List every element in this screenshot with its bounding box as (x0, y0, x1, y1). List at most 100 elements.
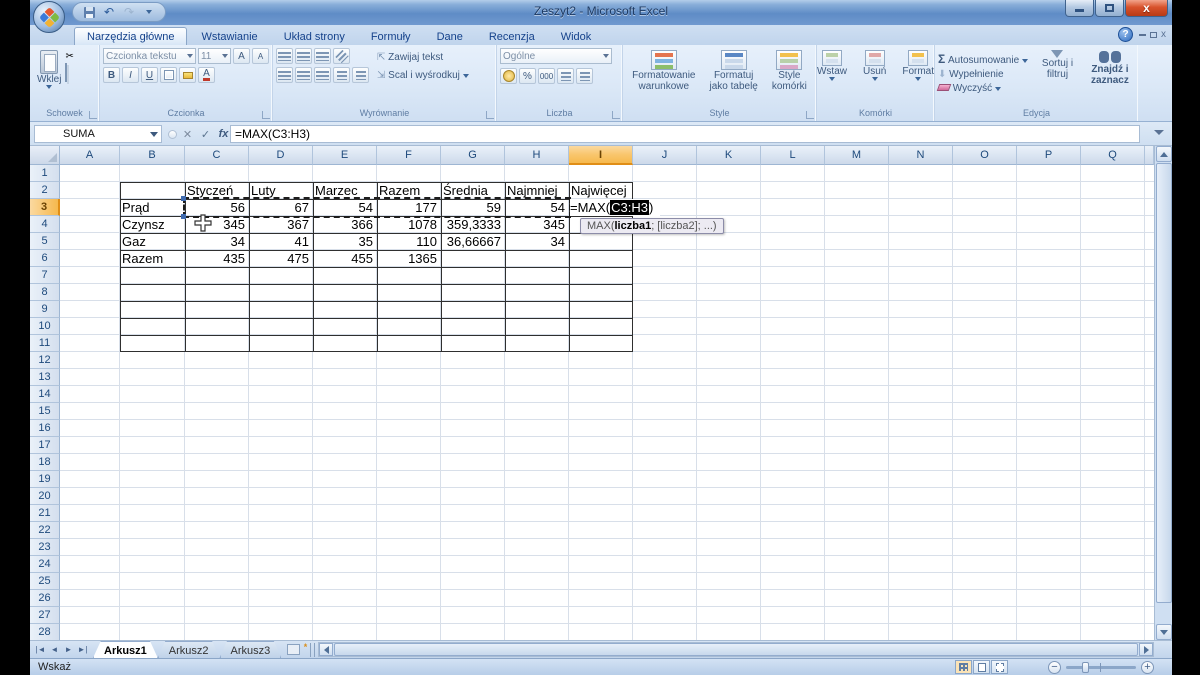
column-header-A[interactable]: A (60, 146, 120, 165)
row-header-14[interactable]: 14 (30, 386, 60, 403)
cell-D6[interactable]: 475 (251, 251, 309, 267)
ribbon-tab-0[interactable]: Narzędzia główne (74, 27, 187, 45)
workbook-minimize-icon[interactable] (1139, 34, 1146, 36)
row-header-25[interactable]: 25 (30, 573, 60, 590)
zoom-slider-thumb[interactable] (1082, 662, 1089, 673)
first-sheet-button[interactable]: |◄ (34, 643, 47, 656)
row-header-10[interactable]: 10 (30, 318, 60, 335)
workbook-restore-icon[interactable] (1150, 32, 1157, 38)
shrink-font-button[interactable]: A (252, 48, 269, 64)
grow-font-button[interactable]: A (233, 48, 250, 64)
bold-button[interactable]: B (103, 67, 120, 83)
increase-decimal-button[interactable] (557, 68, 574, 84)
next-sheet-button[interactable]: ► (62, 643, 75, 656)
row-header-21[interactable]: 21 (30, 505, 60, 522)
sort-filter-button[interactable]: Sortuj i filtruj (1038, 48, 1077, 107)
cell-D5[interactable]: 41 (251, 234, 309, 250)
sheet-tab-arkusz3[interactable]: Arkusz3 (220, 641, 282, 658)
range-handle-icon[interactable] (181, 214, 186, 219)
cell-F6[interactable]: 1365 (379, 251, 437, 267)
insert-cells-button[interactable]: Wstaw (813, 48, 851, 107)
tab-split-handle[interactable] (310, 643, 315, 657)
row-header-3[interactable]: 3 (30, 199, 60, 216)
row-header-5[interactable]: 5 (30, 233, 60, 250)
align-left-button[interactable] (276, 67, 293, 83)
dialog-launcher-icon[interactable] (806, 111, 814, 119)
column-header-L[interactable]: L (761, 146, 825, 165)
row-header-15[interactable]: 15 (30, 403, 60, 420)
dialog-launcher-icon[interactable] (486, 111, 494, 119)
find-select-button[interactable]: Znajdź i zaznacz (1087, 48, 1133, 107)
align-right-button[interactable] (314, 67, 331, 83)
ribbon-tab-3[interactable]: Formuły (359, 28, 423, 45)
align-bottom-button[interactable] (314, 48, 331, 64)
font-color-button[interactable]: A (198, 67, 215, 83)
row-header-24[interactable]: 24 (30, 556, 60, 573)
clear-button[interactable]: Wyczyść (938, 83, 1028, 94)
column-header-E[interactable]: E (313, 146, 377, 165)
cell-I2[interactable]: Najwięcej (571, 183, 629, 199)
prev-sheet-button[interactable]: ◄ (48, 643, 61, 656)
row-header-12[interactable]: 12 (30, 352, 60, 369)
row-header-19[interactable]: 19 (30, 471, 60, 488)
dialog-launcher-icon[interactable] (262, 111, 270, 119)
column-header-Q[interactable]: Q (1081, 146, 1145, 165)
comma-style-button[interactable]: 000 (538, 68, 555, 84)
select-all-corner[interactable] (30, 146, 60, 165)
column-header-C[interactable]: C (185, 146, 249, 165)
ribbon-tab-4[interactable]: Dane (425, 28, 475, 45)
format-as-table-button[interactable]: Formatuj jako tabelę (705, 48, 761, 107)
column-header-P[interactable]: P (1017, 146, 1081, 165)
insert-function-button[interactable]: fx (216, 128, 231, 140)
column-header-O[interactable]: O (953, 146, 1017, 165)
workbook-close-icon[interactable]: x (1161, 30, 1166, 40)
cell-D4[interactable]: 367 (251, 217, 309, 233)
cell-B5[interactable]: Gaz (122, 234, 181, 250)
row-header-11[interactable]: 11 (30, 335, 60, 352)
scroll-down-button[interactable] (1156, 624, 1172, 640)
increase-indent-button[interactable] (352, 67, 369, 83)
ribbon-tab-5[interactable]: Recenzja (477, 28, 547, 45)
column-header-M[interactable]: M (825, 146, 889, 165)
borders-button[interactable] (160, 67, 177, 83)
vertical-scrollbar[interactable] (1154, 146, 1172, 640)
cell-C5[interactable]: 34 (187, 234, 245, 250)
fill-button[interactable]: ⬇ Wypełnienie (938, 69, 1028, 80)
cell-B6[interactable]: Razem (122, 251, 181, 267)
cell-G5[interactable]: 36,66667 (443, 234, 501, 250)
row-header-28[interactable]: 28 (30, 624, 60, 640)
row-header-22[interactable]: 22 (30, 522, 60, 539)
ribbon-tab-6[interactable]: Widok (549, 28, 604, 45)
align-center-button[interactable] (295, 67, 312, 83)
accounting-format-button[interactable] (500, 68, 517, 84)
italic-button[interactable]: I (122, 67, 139, 83)
row-header-20[interactable]: 20 (30, 488, 60, 505)
column-header-I[interactable]: I (569, 146, 633, 165)
underline-button[interactable]: U (141, 67, 158, 83)
cell-H5[interactable]: 34 (507, 234, 565, 250)
enter-button[interactable]: ✓ (198, 128, 213, 141)
wrap-text-button[interactable]: ⇱ Zawijaj tekst (377, 52, 469, 63)
ribbon-tab-2[interactable]: Układ strony (272, 28, 357, 45)
align-top-button[interactable] (276, 48, 293, 64)
font-size-combo[interactable]: 11 (198, 48, 231, 64)
cut-button[interactable]: ✂ (65, 51, 73, 62)
cell-H4[interactable]: 345 (507, 217, 565, 233)
dialog-launcher-icon[interactable] (612, 111, 620, 119)
cell-G4[interactable]: 359,3333 (443, 217, 501, 233)
merge-center-button[interactable]: ⇲ Scal i wyśrodkuj (377, 70, 469, 81)
column-header-N[interactable]: N (889, 146, 953, 165)
cell-E6[interactable]: 455 (315, 251, 373, 267)
horizontal-scroll-thumb[interactable] (334, 643, 1138, 656)
column-header-H[interactable]: H (505, 146, 569, 165)
column-header-K[interactable]: K (697, 146, 761, 165)
last-sheet-button[interactable]: ►| (76, 643, 89, 656)
cell-C6[interactable]: 435 (187, 251, 245, 267)
column-header-D[interactable]: D (249, 146, 313, 165)
fill-color-button[interactable] (179, 67, 196, 83)
cell-B4[interactable]: Czynsz (122, 217, 181, 233)
horizontal-scrollbar[interactable] (318, 642, 1154, 657)
worksheet-grid[interactable]: ABCDEFGHIJKLMNOPQ 1234567891011121314151… (30, 146, 1154, 640)
row-header-6[interactable]: 6 (30, 250, 60, 267)
sheet-tab-arkusz2[interactable]: Arkusz2 (158, 641, 220, 658)
